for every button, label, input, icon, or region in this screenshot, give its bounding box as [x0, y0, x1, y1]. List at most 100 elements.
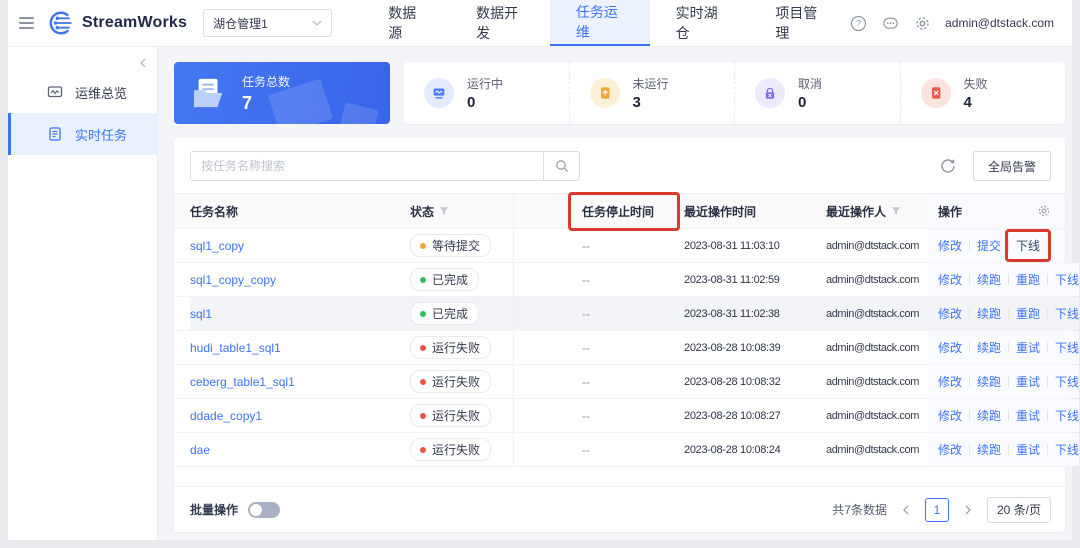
status-dot: [420, 412, 426, 419]
table-body: sql1_copy 等待提交 -- 2023-08-31 11:03:10 ad…: [174, 229, 1080, 467]
stop-time-cell: --: [514, 297, 656, 330]
recent-op-time-cell: 2023-08-28 10:08:32: [684, 375, 781, 388]
sidebar-item-ops-overview[interactable]: 运维总览: [8, 71, 157, 113]
status-dot: [420, 276, 426, 283]
page-size-select[interactable]: 20 条/页: [986, 496, 1051, 523]
action-divider: [1008, 308, 1010, 319]
recent-op-time-cell: 2023-08-31 11:02:38: [656, 297, 796, 330]
row-action[interactable]: 续跑: [977, 373, 1001, 390]
row-action[interactable]: 修改: [938, 237, 962, 254]
row-action[interactable]: 重试: [1016, 339, 1040, 356]
table-row[interactable]: sql1 已完成 -- 2023-08-31 11:02:38 admin@dt…: [174, 297, 1080, 331]
task-name-link[interactable]: sql1_copy_copy: [190, 273, 276, 287]
row-action[interactable]: 修改: [938, 441, 962, 458]
help-icon[interactable]: ?: [849, 14, 867, 32]
action-divider: [1047, 444, 1049, 455]
nav-item-data-dev[interactable]: 数据开发: [450, 0, 550, 46]
table-row[interactable]: sql1_copy_copy 已完成 -- 2023-08-31 11:02:5…: [174, 263, 1080, 297]
filter-icon[interactable]: [891, 206, 901, 216]
row-action[interactable]: 下线: [1005, 229, 1052, 262]
workspace-select-value: 湖仓管理1: [213, 16, 268, 31]
status-badge: 已完成: [410, 302, 480, 325]
search-input[interactable]: [191, 152, 543, 180]
column-settings-gear-icon[interactable]: [1037, 204, 1051, 218]
table-row[interactable]: ddade_copy1 运行失败 -- 2023-08-28 10:08:27 …: [174, 399, 1080, 433]
row-action[interactable]: 重跑: [1016, 271, 1040, 288]
workspace-select[interactable]: 湖仓管理1: [203, 9, 333, 37]
table-row[interactable]: ceberg_table1_sql1 运行失败 -- 2023-08-28 10…: [174, 365, 1080, 399]
row-action[interactable]: 续跑: [977, 305, 1001, 322]
sidebar-item-realtime-tasks[interactable]: 实时任务: [8, 113, 157, 155]
row-action[interactable]: 下线: [1055, 407, 1079, 424]
task-name-link[interactable]: sql1: [190, 307, 212, 321]
search-button[interactable]: [543, 152, 579, 180]
pagination: 共7条数据 1 20 条/页: [832, 496, 1051, 523]
row-action[interactable]: 续跑: [977, 407, 1001, 424]
stat-not-running: 未运行 3: [568, 62, 735, 124]
row-action[interactable]: 下线: [1055, 441, 1079, 458]
status-label: 已完成: [432, 273, 469, 287]
task-table-panel: 全局告警 任务名称 状态 任务停止时间 最近操作时间 最近操作人: [174, 138, 1080, 532]
row-action[interactable]: 重试: [1016, 373, 1040, 390]
action-divider: [1047, 376, 1049, 387]
user-email[interactable]: admin@dtstack.com: [945, 16, 1054, 30]
row-action[interactable]: 下线: [1055, 339, 1079, 356]
stop-time-cell: --: [582, 340, 590, 355]
batch-ops-label: 批量操作: [190, 503, 239, 517]
hamburger-menu-icon[interactable]: [8, 0, 45, 46]
row-actions: 修改 续跑 重跑 下线: [928, 263, 1080, 296]
sidebar-collapse-icon[interactable]: [135, 55, 151, 71]
message-icon[interactable]: [881, 14, 899, 32]
task-name-link[interactable]: sql1_copy: [190, 239, 244, 253]
row-action[interactable]: 修改: [938, 271, 962, 288]
row-action[interactable]: 续跑: [977, 441, 1001, 458]
settings-gear-icon[interactable]: [913, 14, 931, 32]
status-label: 运行失败: [432, 375, 481, 389]
row-action[interactable]: 续跑: [977, 271, 1001, 288]
task-name-link[interactable]: ceberg_table1_sql1: [190, 375, 295, 389]
page-number[interactable]: 1: [924, 497, 949, 522]
prev-page-icon[interactable]: [897, 501, 915, 519]
row-action[interactable]: 提交: [977, 237, 1001, 254]
row-action[interactable]: 修改: [938, 339, 962, 356]
status-label: 等待提交: [432, 239, 481, 253]
table-row[interactable]: sql1_copy 等待提交 -- 2023-08-31 11:03:10 ad…: [174, 229, 1065, 263]
task-name-link[interactable]: dae: [190, 443, 210, 457]
action-divider: [969, 274, 971, 285]
task-name-link[interactable]: ddade_copy1: [190, 409, 262, 423]
row-action[interactable]: 下线: [1055, 305, 1079, 322]
stat-label: 未运行: [632, 77, 669, 91]
row-action[interactable]: 重试: [1016, 441, 1040, 458]
main-content: 任务总数 7 运行中 0 未运行 3 取消 0 失败 4 按任务名称搜索 全局告…: [158, 47, 1080, 540]
row-action[interactable]: 修改: [938, 407, 962, 424]
row-action[interactable]: 修改: [938, 373, 962, 390]
status-label: 已完成: [432, 307, 469, 321]
nav-item-datasource[interactable]: 数据源: [362, 0, 450, 46]
batch-ops-toggle[interactable]: [248, 501, 281, 518]
recent-op-time-cell: 2023-08-28 10:08:24: [684, 443, 781, 456]
stop-time-cell: --: [582, 442, 590, 457]
nav-item-task-ops[interactable]: 任务运维: [549, 0, 650, 46]
row-action[interactable]: 续跑: [977, 339, 1001, 356]
recent-operator-cell: admin@dtstack.com: [826, 273, 920, 286]
next-page-icon[interactable]: [959, 501, 977, 519]
row-action[interactable]: 修改: [938, 305, 962, 322]
task-list-icon: [49, 127, 61, 141]
task-search: [190, 151, 580, 181]
col-recent-op-time: 最近操作时间: [684, 204, 757, 219]
nav-item-realtime-lake[interactable]: 实时湖仓: [650, 0, 750, 46]
row-action[interactable]: 重试: [1016, 407, 1040, 424]
filter-icon[interactable]: [439, 206, 449, 216]
row-action[interactable]: 下线: [1055, 373, 1079, 390]
refresh-icon[interactable]: [939, 157, 957, 175]
action-divider: [1008, 444, 1010, 455]
row-action[interactable]: 重跑: [1016, 305, 1040, 322]
stop-time-cell: --: [582, 238, 590, 253]
table-row[interactable]: dae 运行失败 -- 2023-08-28 10:08:24 admin@dt…: [174, 433, 1080, 467]
nav-item-project-mgmt[interactable]: 项目管理: [749, 0, 849, 46]
task-name-link[interactable]: hudi_table1_sql1: [190, 341, 281, 355]
row-action[interactable]: 下线: [1055, 271, 1079, 288]
table-row[interactable]: hudi_table1_sql1 运行失败 -- 2023-08-28 10:0…: [174, 331, 1080, 365]
search-icon: [555, 160, 568, 173]
global-alarm-button[interactable]: 全局告警: [972, 151, 1051, 181]
